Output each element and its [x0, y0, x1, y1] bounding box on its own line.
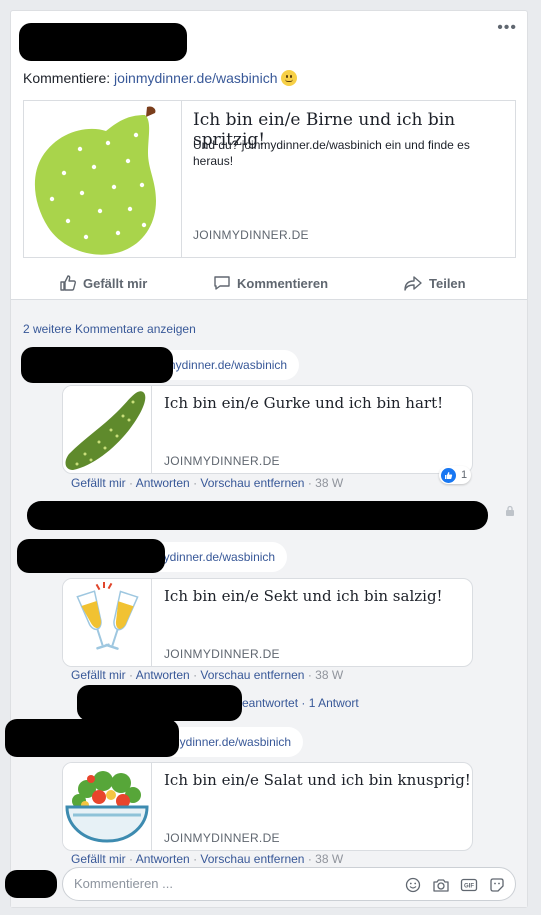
camera-icon[interactable]	[431, 876, 451, 894]
pear-thumbnail	[24, 101, 182, 257]
redacted-author-name	[19, 23, 187, 61]
comment-like-link[interactable]: Gefällt mir	[71, 476, 126, 490]
comment-input-placeholder: Kommentieren ...	[74, 876, 173, 891]
share-button[interactable]: Teilen	[403, 266, 466, 300]
post-actions: Gefällt mir Kommentieren Teilen	[23, 266, 517, 300]
redacted-comment	[27, 501, 488, 530]
comment-input[interactable]: Kommentieren ... GIF	[62, 867, 516, 901]
preview-description: Und du? joinmydinner.de/wasbinich ein un…	[193, 138, 470, 168]
comment-icon	[214, 276, 230, 290]
redacted-commenter	[5, 719, 179, 757]
comment-preview-title: Ich bin ein/e Sekt und ich bin salzig!	[164, 587, 443, 605]
champagne-icon	[76, 582, 139, 650]
comment-link-preview[interactable]: Ich bin ein/e Salat und ich bin knusprig…	[62, 762, 473, 851]
comment-time: 38 W	[315, 852, 344, 866]
comment-link-preview[interactable]: Ich bin ein/e Sekt und ich bin salzig! J…	[62, 578, 473, 667]
more-options-icon[interactable]: •••	[497, 19, 517, 37]
sticker-icon[interactable]	[487, 876, 507, 894]
link-preview[interactable]: Ich bin ein/e Birne und ich bin spritzig…	[23, 100, 516, 258]
cucumber-icon	[65, 391, 146, 470]
reaction-count[interactable]: 1	[439, 466, 471, 484]
preview-domain: JOINMYDINNER.DE	[193, 228, 309, 242]
comment-reply-link[interactable]: Antworten	[136, 476, 190, 490]
like-button[interactable]: Gefällt mir	[59, 266, 147, 300]
post-link[interactable]: joinmydinner.de/wasbinich	[114, 70, 277, 86]
comment-link-preview[interactable]: Ich bin ein/e Gurke und ich bin hart! JO…	[62, 385, 473, 474]
share-icon	[404, 276, 422, 291]
reply-summary-text: eantwortet	[242, 696, 299, 710]
reply-count[interactable]: 1 Antwort	[309, 696, 359, 710]
emoji-icon[interactable]	[403, 876, 423, 894]
post-card: ••• Kommentiere: joinmydinner.de/wasbini…	[5, 10, 528, 908]
reaction-number: 1	[461, 469, 468, 481]
like-reaction-icon	[441, 467, 456, 483]
comment-preview-domain: JOINMYDINNER.DE	[164, 831, 280, 845]
cucumber-thumbnail	[63, 386, 152, 473]
comment-reply-link[interactable]: Antworten	[136, 852, 190, 866]
comment-remove-preview-link[interactable]: Vorschau entfernen	[200, 476, 304, 490]
post-text-prefix: Kommentiere:	[23, 70, 115, 86]
redacted-replier	[77, 685, 242, 721]
lock-icon	[506, 505, 514, 516]
reply-summary[interactable]: eantwortet · 1 Antwort	[242, 696, 359, 710]
comment-remove-preview-link[interactable]: Vorschau entfernen	[200, 852, 304, 866]
comment-label: Kommentieren	[237, 275, 329, 291]
comment-time: 38 W	[315, 476, 344, 490]
redacted-avatar	[5, 870, 57, 898]
comments-section: 2 weitere Kommentare anzeigen joinmydinn…	[5, 299, 527, 907]
comment-button[interactable]: Kommentieren	[213, 266, 328, 300]
comment-preview-domain: JOINMYDINNER.DE	[164, 647, 280, 661]
salad-icon	[65, 771, 149, 843]
comment-meta: Gefällt mir · Antworten · Vorschau entfe…	[71, 668, 344, 682]
smile-emoji-icon	[281, 70, 298, 86]
comment-input-tools: GIF	[403, 876, 507, 894]
comment-preview-title: Ich bin ein/e Salat und ich bin knusprig…	[164, 771, 471, 789]
comment-meta: Gefällt mir · Antworten · Vorschau entfe…	[71, 852, 344, 866]
pear-icon	[34, 106, 156, 255]
like-label: Gefällt mir	[83, 275, 148, 291]
salad-thumbnail	[63, 763, 152, 850]
comment-remove-preview-link[interactable]: Vorschau entfernen	[200, 668, 304, 682]
redacted-commenter	[17, 539, 165, 573]
thumbs-up-icon	[60, 275, 76, 291]
share-label: Teilen	[429, 275, 466, 291]
comment-preview-domain: JOINMYDINNER.DE	[164, 454, 280, 468]
comment-preview-title: Ich bin ein/e Gurke und ich bin hart!	[164, 394, 444, 412]
comment-meta: Gefällt mir · Antworten · Vorschau entfe…	[71, 476, 344, 490]
post-text: Kommentiere: joinmydinner.de/wasbinich	[23, 70, 298, 86]
champagne-thumbnail	[63, 579, 152, 666]
comment-reply-link[interactable]: Antworten	[136, 668, 190, 682]
gif-icon[interactable]: GIF	[459, 876, 479, 894]
comment-like-link[interactable]: Gefällt mir	[71, 668, 126, 682]
svg-text:GIF: GIF	[464, 884, 474, 890]
comment-like-link[interactable]: Gefällt mir	[71, 852, 126, 866]
comment-time: 38 W	[315, 668, 344, 682]
redacted-commenter	[21, 347, 173, 383]
more-comments-link[interactable]: 2 weitere Kommentare anzeigen	[23, 322, 196, 336]
